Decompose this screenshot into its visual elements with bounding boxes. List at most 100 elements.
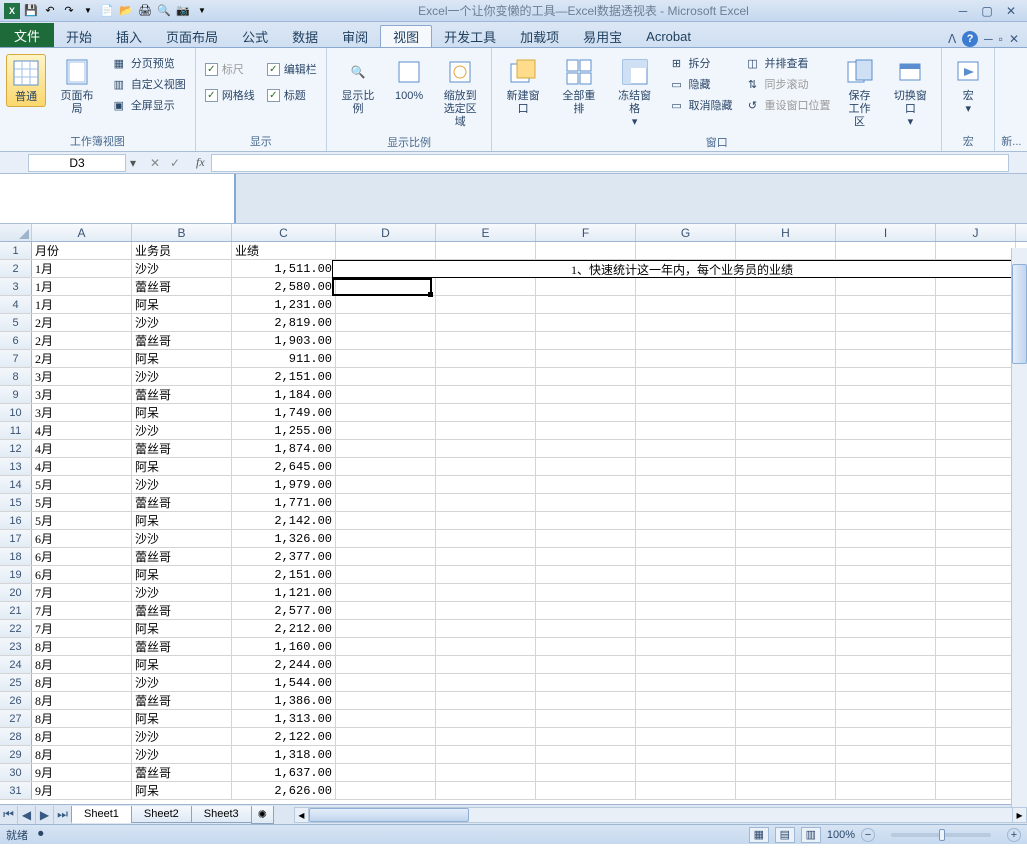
cell[interactable]	[736, 728, 836, 745]
cell[interactable]	[336, 458, 436, 475]
cell[interactable]	[336, 368, 436, 385]
name-box-dropdown[interactable]: ▾	[126, 156, 140, 170]
cell[interactable]: 2,212.00	[232, 620, 336, 637]
cell[interactable]	[836, 458, 936, 475]
name-box[interactable]: D3	[28, 154, 126, 172]
cell[interactable]	[536, 476, 636, 493]
cell[interactable]	[536, 656, 636, 673]
cell[interactable]	[436, 386, 536, 403]
row-header[interactable]: 10	[0, 404, 32, 421]
cell[interactable]	[636, 764, 736, 781]
cell[interactable]	[536, 440, 636, 457]
hscroll-right-icon[interactable]: ▸	[1012, 808, 1026, 822]
cell[interactable]	[336, 692, 436, 709]
sheet-tab-2[interactable]: Sheet2	[131, 806, 192, 823]
row-header[interactable]: 11	[0, 422, 32, 439]
cell[interactable]	[436, 584, 536, 601]
cell[interactable]	[836, 422, 936, 439]
cell[interactable]: 蕾丝哥	[132, 440, 232, 457]
cell[interactable]	[936, 764, 1016, 781]
sheet-nav-last[interactable]: ⏭	[54, 806, 72, 824]
cell[interactable]: 1,903.00	[232, 332, 336, 349]
page-break-preview-button[interactable]: ▦分页预览	[108, 54, 189, 72]
cell[interactable]	[436, 620, 536, 637]
maximize-button[interactable]: ▢	[977, 3, 997, 19]
zoom-in-button[interactable]: +	[1007, 828, 1021, 842]
cell[interactable]: 2,577.00	[232, 602, 336, 619]
tab-数据[interactable]: 数据	[280, 25, 330, 47]
cell[interactable]: 1,386.00	[232, 692, 336, 709]
cell[interactable]	[936, 476, 1016, 493]
new-sheet-button[interactable]: ✺	[251, 806, 274, 824]
column-header-A[interactable]: A	[32, 224, 132, 241]
cell[interactable]	[336, 314, 436, 331]
cell[interactable]: 8月	[32, 710, 132, 727]
cell[interactable]: 8月	[32, 638, 132, 655]
cell[interactable]	[836, 332, 936, 349]
cell[interactable]: 沙沙	[132, 368, 232, 385]
cell[interactable]: 2,819.00	[232, 314, 336, 331]
cell[interactable]: 1,121.00	[232, 584, 336, 601]
cell[interactable]	[436, 314, 536, 331]
cell[interactable]	[736, 530, 836, 547]
macro-record-icon[interactable]: ⏺	[38, 828, 44, 841]
cell[interactable]	[436, 368, 536, 385]
row-header[interactable]: 13	[0, 458, 32, 475]
cell[interactable]: 4月	[32, 422, 132, 439]
cell[interactable]	[436, 242, 536, 259]
zoom-selection-button[interactable]: 缩放到选定区域	[435, 54, 485, 132]
cell[interactable]: 蕾丝哥	[132, 548, 232, 565]
row-header[interactable]: 15	[0, 494, 32, 511]
cell[interactable]	[936, 422, 1016, 439]
cell[interactable]: 2月	[32, 350, 132, 367]
cell[interactable]: 蕾丝哥	[132, 638, 232, 655]
column-header-F[interactable]: F	[536, 224, 636, 241]
vertical-scrollbar[interactable]	[1011, 248, 1027, 812]
split-button[interactable]: ⊞拆分	[666, 54, 736, 72]
cell[interactable]	[436, 476, 536, 493]
normal-view-status-button[interactable]: ▦	[749, 827, 769, 843]
doc-close-button[interactable]: ✕	[1009, 32, 1019, 46]
cell[interactable]	[536, 350, 636, 367]
zoom-level[interactable]: 100%	[827, 829, 855, 841]
cell[interactable]	[436, 746, 536, 763]
cell[interactable]: 2月	[32, 314, 132, 331]
enter-formula-icon[interactable]: ✓	[166, 156, 184, 170]
cell[interactable]	[536, 278, 636, 295]
cell[interactable]	[936, 602, 1016, 619]
cell[interactable]: 3月	[32, 368, 132, 385]
cell[interactable]: 沙沙	[132, 314, 232, 331]
help-icon[interactable]: ?	[962, 31, 978, 47]
cell[interactable]: 1,318.00	[232, 746, 336, 763]
close-button[interactable]: ✕	[1001, 3, 1021, 19]
cell[interactable]	[936, 314, 1016, 331]
cell[interactable]	[936, 242, 1016, 259]
cell[interactable]	[436, 674, 536, 691]
cell[interactable]	[636, 692, 736, 709]
cell[interactable]	[336, 602, 436, 619]
page-layout-status-button[interactable]: ▤	[775, 827, 795, 843]
cell[interactable]	[936, 728, 1016, 745]
cell[interactable]	[536, 638, 636, 655]
cell[interactable]: 5月	[32, 512, 132, 529]
cell[interactable]: 阿呆	[132, 512, 232, 529]
cell[interactable]	[736, 332, 836, 349]
cell[interactable]	[736, 242, 836, 259]
cell[interactable]: 蕾丝哥	[132, 602, 232, 619]
note-merged-cell[interactable]: 1、快速统计这一年内，每个业务员的业绩	[332, 260, 1027, 278]
cell[interactable]: 8月	[32, 746, 132, 763]
cell[interactable]: 2月	[32, 332, 132, 349]
row-header[interactable]: 22	[0, 620, 32, 637]
cell[interactable]: 阿呆	[132, 782, 232, 799]
cell[interactable]	[336, 440, 436, 457]
qat-dropdown-icon[interactable]: ▼	[80, 3, 96, 19]
cell[interactable]	[336, 566, 436, 583]
row-header[interactable]: 18	[0, 548, 32, 565]
cell[interactable]	[536, 602, 636, 619]
cell[interactable]	[336, 584, 436, 601]
row-header[interactable]: 21	[0, 602, 32, 619]
row-header[interactable]: 9	[0, 386, 32, 403]
cell[interactable]: 蕾丝哥	[132, 764, 232, 781]
cell[interactable]: 业务员	[132, 242, 232, 259]
cell[interactable]: 9月	[32, 782, 132, 799]
